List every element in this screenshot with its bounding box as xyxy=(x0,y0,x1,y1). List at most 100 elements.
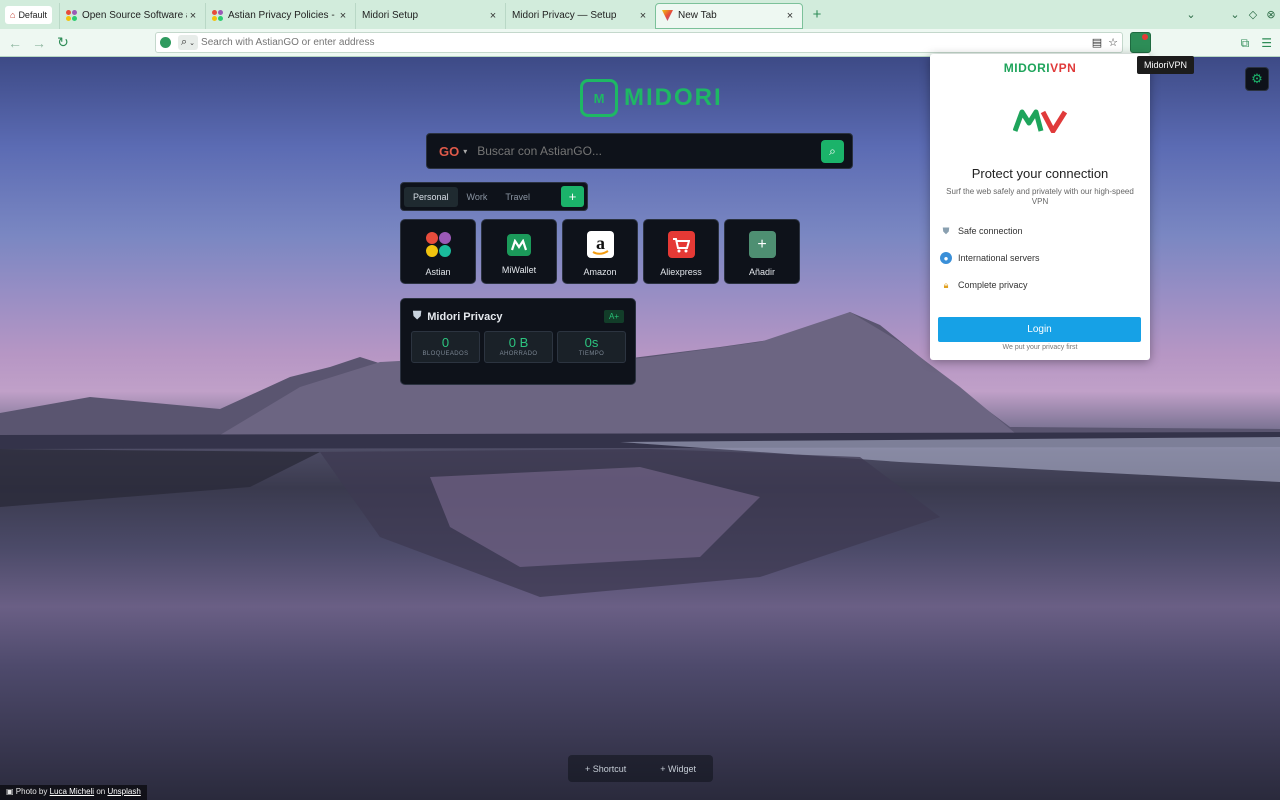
close-window-icon[interactable]: ⊗ xyxy=(1262,8,1280,21)
shortcut-label: Astian xyxy=(425,267,451,277)
vpn-login-button[interactable]: Login xyxy=(938,317,1141,342)
vpn-title: Protect your connection xyxy=(971,166,1109,181)
tab-new-tab[interactable]: New Tab × xyxy=(654,2,803,29)
bookmark-star-icon[interactable]: ☆ xyxy=(1108,36,1118,49)
privacy-grade-badge: A+ xyxy=(603,310,624,323)
search-engine-selector[interactable]: ⌕ ⌄ xyxy=(178,35,199,50)
midori-vpn-popup: MIDORIVPN Protect your connection Surf t… xyxy=(930,54,1150,360)
window-controls: ⌄ ⌄ ◇ ⊗ xyxy=(1182,0,1280,29)
aliexpress-icon xyxy=(667,231,695,258)
add-widget-label: Widget xyxy=(667,763,696,774)
add-shortcut-button[interactable]: + Shortcut xyxy=(585,764,626,774)
astiango-engine-icon[interactable]: GO xyxy=(439,144,459,159)
search-icon: ⌕ xyxy=(181,36,188,48)
address-bar[interactable]: ⌕ ⌄ ▤ ☆ xyxy=(155,32,1123,53)
privacy-widget-title: Midori Privacy xyxy=(427,310,503,323)
credit-prefix: Photo by xyxy=(15,787,48,796)
shield-icon: ⛊ xyxy=(942,225,950,236)
forward-arrow-icon[interactable]: → xyxy=(27,35,51,51)
tab-title: Open Source Software and xyxy=(81,10,187,21)
close-tab-icon[interactable]: × xyxy=(784,10,796,22)
page-search-input[interactable] xyxy=(477,144,821,158)
nav-toolbar: ← → ↻ ⌕ ⌄ ▤ ☆ ⧉ ☰ xyxy=(0,29,1280,57)
site-shield-icon[interactable] xyxy=(160,37,171,48)
feature-label: International servers xyxy=(958,253,1040,263)
search-icon: ⌕ xyxy=(829,143,836,158)
tab-open-source[interactable]: Open Source Software and × xyxy=(58,2,205,29)
stat-label: AHORRADO xyxy=(499,351,538,357)
back-arrow-icon[interactable]: ← xyxy=(3,35,27,51)
search-submit-button[interactable]: ⌕ xyxy=(821,139,844,163)
midori-favicon-icon xyxy=(661,10,673,21)
shield-icon: ⛊ xyxy=(413,310,422,322)
menu-icon[interactable]: ☰ xyxy=(1261,36,1272,50)
stat-time: 0s TIEMPO xyxy=(557,331,626,363)
vpn-feature-safe: ⛊ Safe connection xyxy=(940,225,1023,237)
stat-value: 0 xyxy=(441,335,450,350)
vpn-brand: MIDORIVPN xyxy=(930,61,1150,75)
shortcut-astian[interactable]: Astian xyxy=(400,219,476,284)
add-widget-button[interactable]: + Widget xyxy=(660,764,696,774)
page-settings-gear-icon[interactable]: ⚙ xyxy=(1245,67,1269,91)
tab-midori-setup[interactable]: Midori Setup × xyxy=(354,2,505,29)
feature-label: Complete privacy xyxy=(958,280,1028,290)
astian-favicon-icon xyxy=(65,10,77,21)
workspace-tabs: Personal Work Travel + xyxy=(400,182,588,211)
feature-label: Safe connection xyxy=(958,226,1023,236)
vpn-mv-logo-icon xyxy=(1013,109,1067,133)
shortcut-amazon[interactable]: a Amazon xyxy=(562,219,638,284)
address-input[interactable] xyxy=(201,37,1092,48)
shortcut-label: Amazon xyxy=(583,267,617,277)
astian-favicon-icon xyxy=(211,10,223,21)
tab-list-icon[interactable]: ⌄ xyxy=(1182,8,1200,21)
shortcut-miwallet[interactable]: MiWallet xyxy=(481,219,557,284)
amazon-icon: a xyxy=(586,231,614,258)
close-tab-icon[interactable]: × xyxy=(637,10,649,22)
vpn-footer-text: We put your privacy first xyxy=(1002,344,1078,351)
shortcut-aliexpress[interactable]: Aliexpress xyxy=(643,219,719,284)
home-icon: ⌂ xyxy=(10,9,16,20)
maximize-icon[interactable]: ◇ xyxy=(1244,8,1262,21)
extensions-icon[interactable]: ⧉ xyxy=(1241,36,1250,51)
close-tab-icon[interactable]: × xyxy=(487,10,499,22)
tab-midori-privacy[interactable]: Midori Privacy — Setup × xyxy=(504,2,655,29)
profile-label: Default xyxy=(18,9,47,20)
vpn-brand-part: VPN xyxy=(1050,61,1077,75)
shortcut-add[interactable]: + Añadir xyxy=(724,219,800,284)
tab-strip: ⌂ Default Open Source Software and × Ast… xyxy=(0,0,1280,29)
stat-blocked: 0 BLOQUEADOS xyxy=(411,331,480,363)
svg-text:a: a xyxy=(596,233,605,253)
workspace-tab-work[interactable]: Work xyxy=(458,187,497,207)
stat-label: BLOQUEADOS xyxy=(422,351,469,357)
close-tab-icon[interactable]: × xyxy=(187,10,199,22)
vpn-brand-part: MIDORI xyxy=(1003,61,1051,75)
midori-vpn-extension-button[interactable] xyxy=(1130,32,1151,53)
miwallet-icon xyxy=(507,234,531,256)
stat-label: TIEMPO xyxy=(578,351,605,357)
vpn-feature-servers: ● International servers xyxy=(940,252,1040,264)
stat-value: 0 B xyxy=(508,335,529,350)
reader-view-icon[interactable]: ▤ xyxy=(1092,36,1102,49)
new-tab-button[interactable]: + xyxy=(807,6,827,23)
add-workspace-button[interactable]: + xyxy=(561,186,584,207)
stat-value: 0s xyxy=(584,335,599,350)
credit-author-link[interactable]: Luca Micheli xyxy=(50,787,94,796)
plus-icon: + xyxy=(748,231,776,258)
reload-icon[interactable]: ↻ xyxy=(51,34,75,51)
tab-privacy-policies[interactable]: Astian Privacy Policies - Ast × xyxy=(204,2,355,29)
workspace-tab-travel[interactable]: Travel xyxy=(496,187,539,207)
workspace-tab-personal[interactable]: Personal xyxy=(404,186,458,207)
chevron-down-icon[interactable]: ▾ xyxy=(463,147,467,156)
profile-button[interactable]: ⌂ Default xyxy=(5,5,52,24)
shortcut-label: MiWallet xyxy=(501,265,537,275)
close-tab-icon[interactable]: × xyxy=(337,10,349,22)
vpn-feature-privacy: 🔒︎ Complete privacy xyxy=(940,279,1028,291)
vpn-subtitle: Surf the web safely and privately with o… xyxy=(946,187,1134,206)
minimize-icon[interactable]: ⌄ xyxy=(1226,8,1244,21)
lock-icon: 🔒︎ xyxy=(943,279,949,290)
page-search-box[interactable]: GO ▾ ⌕ xyxy=(426,133,853,169)
shortcut-grid: Astian MiWallet a Amazon Aliexpress + Añ… xyxy=(400,219,800,284)
shortcut-label: Aliexpress xyxy=(660,267,702,277)
credit-site-link[interactable]: Unsplash xyxy=(107,787,140,796)
add-shortcut-label: Shortcut xyxy=(592,763,627,774)
